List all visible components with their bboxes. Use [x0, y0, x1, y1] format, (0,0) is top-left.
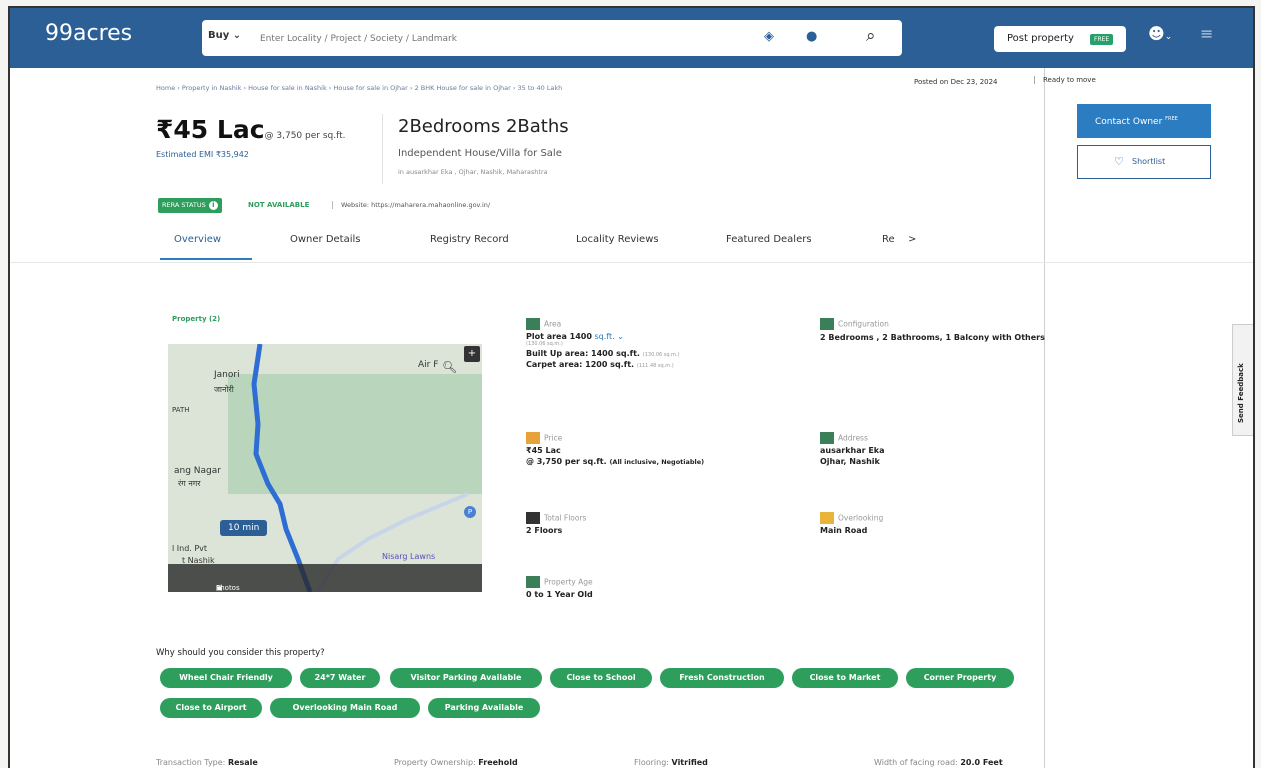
active-tab-underline [160, 258, 252, 260]
buy-dropdown[interactable]: Buy ⌄ [208, 30, 241, 41]
fact-configuration: Configuration 2 Bedrooms , 2 Bathrooms, … [820, 318, 1045, 342]
feature-chip: Close to Airport [160, 698, 262, 718]
why-consider-heading: Why should you consider this property? [156, 648, 325, 658]
unit-dropdown[interactable]: sq.ft. ⌄ [594, 332, 623, 341]
map-label: जानोरी [214, 385, 234, 394]
price-value: ₹45 Lac [156, 115, 265, 144]
fact-floors: Total Floors 2 Floors [526, 512, 587, 535]
zoom-icon[interactable]: + [464, 346, 480, 362]
breadcrumb[interactable]: Home › Property in Nashik › House for sa… [156, 84, 562, 92]
parking-icon: P [464, 506, 476, 518]
page-frame: 99acres Buy ⌄ ◈ ● ⌕ Post property FREE ☻… [8, 6, 1255, 768]
search-input[interactable] [258, 28, 742, 50]
info-icon[interactable]: i [208, 201, 218, 210]
post-property-label: Post property [1007, 33, 1074, 44]
feature-chip: 24*7 Water [300, 668, 380, 688]
search-bar: Buy ⌄ ◈ ● ⌕ [202, 20, 902, 56]
map-label: PATH [172, 406, 190, 414]
price-per-sqft: @ 3,750 per sq.ft. [264, 131, 346, 141]
heart-icon: ♡ [1114, 155, 1124, 168]
price-icon [526, 432, 540, 444]
overlooking-icon [820, 512, 834, 524]
contact-owner-label: Contact Owner [1095, 117, 1163, 127]
top-header: 99acres Buy ⌄ ◈ ● ⌕ Post property FREE ☻… [10, 8, 1253, 68]
map-label: Nisarg Lawns [382, 552, 436, 561]
fact-property-age: Property Age 0 to 1 Year Old [526, 576, 593, 599]
feature-chip: Overlooking Main Road [270, 698, 420, 718]
feature-chip: Close to Market [792, 668, 898, 688]
fact-address: Address ausarkhar Eka Ojhar, Nashik [820, 432, 885, 466]
location-icon[interactable]: ◈ [764, 29, 774, 44]
send-feedback-label: Send Feedback [1237, 363, 1245, 423]
tab-owner-details[interactable]: Owner Details [290, 234, 361, 245]
microphone-icon[interactable]: ● [806, 29, 817, 44]
stairs-icon [526, 512, 540, 524]
price-heading: ₹45 Lac@ 3,750 per sq.ft. [156, 115, 345, 144]
shortlist-label: Shortlist [1132, 157, 1166, 166]
post-property-button[interactable]: Post property FREE [994, 26, 1126, 52]
tab-separator [10, 262, 1253, 263]
send-feedback-tab[interactable]: Send Feedback [1232, 324, 1253, 436]
configuration-icon [820, 318, 834, 330]
chevron-down-icon: ⌄ [232, 30, 242, 41]
rera-value: NOT AVAILABLE [248, 201, 310, 209]
fact-price: Price ₹45 Lac @ 3,750 per sq.ft. (All in… [526, 432, 705, 466]
photos-bar[interactable]: ▣ Photos (1/2) [168, 564, 482, 592]
chevron-right-icon[interactable]: > [908, 234, 916, 245]
tab-registry-record[interactable]: Registry Record [430, 234, 509, 245]
status-label: Ready to move [1034, 76, 1096, 84]
fact-overlooking: Overlooking Main Road [820, 512, 884, 535]
map-label: रंग नगर [178, 479, 201, 488]
search-icon[interactable]: 🔍︎ [442, 360, 457, 374]
site-logo[interactable]: 99acres [45, 21, 132, 46]
search-icon[interactable]: ⌕ [866, 26, 876, 46]
shortlist-button[interactable]: ♡ Shortlist [1077, 145, 1211, 179]
feature-chip: Parking Available [428, 698, 540, 718]
travel-time-badge: 10 min [220, 520, 268, 536]
map-label: ang Nagar [174, 466, 221, 476]
buy-label: Buy [208, 30, 230, 41]
emi-link[interactable]: Estimated EMI ₹35,942 [156, 150, 249, 159]
posted-date: Posted on Dec 23, 2024 [914, 78, 998, 86]
hamburger-menu-icon[interactable]: ≡ [1200, 24, 1213, 43]
tab-locality-reviews[interactable]: Locality Reviews [576, 234, 659, 245]
map-label: Air F [418, 360, 439, 370]
free-badge: FREE [1090, 34, 1114, 45]
signpost-icon [820, 432, 834, 444]
tab-featured-dealers[interactable]: Featured Dealers [726, 234, 812, 245]
feature-chip: Wheel Chair Friendly [160, 668, 292, 688]
scan-line [1044, 68, 1045, 768]
feature-chip: Corner Property [906, 668, 1014, 688]
feature-chip: Close to School [550, 668, 652, 688]
tab-bar: Overview Owner Details Registry Record L… [156, 228, 1056, 262]
rera-website[interactable]: Website: https://maharera.mahaonline.gov… [332, 201, 490, 209]
feature-chip: Visitor Parking Available [390, 668, 542, 688]
tab-overview[interactable]: Overview [174, 234, 221, 245]
map-preview[interactable]: Janori जानोरी PATH Air F ang Nagar रंग न… [168, 344, 482, 592]
user-icon[interactable]: ☻⌄ [1148, 24, 1172, 43]
map-label: Janori [214, 370, 240, 380]
contact-owner-button[interactable]: Contact Owner FREE [1077, 104, 1211, 138]
free-badge: FREE [1165, 116, 1178, 122]
listing-kind: Independent House/Villa for Sale [398, 148, 562, 159]
listing-title: 2Bedrooms 2Baths [398, 116, 569, 137]
property-count: Property (2) [172, 315, 221, 323]
fact-area: Area Plot area 1400 sq.ft. ⌄ (130.06 sq.… [526, 318, 680, 369]
rera-status-badge: RERA STATUS i [158, 198, 222, 213]
tab-re[interactable]: Re [882, 234, 895, 245]
listing-address: in ausarkhar Eka , Ojhar, Nashik, Mahara… [398, 168, 548, 176]
area-icon [526, 318, 540, 330]
feature-chip: Fresh Construction [660, 668, 784, 688]
divider [382, 114, 383, 184]
rera-label: RERA STATUS [162, 201, 206, 209]
calendar-icon [526, 576, 540, 588]
map-label: l Ind. Pvt [172, 544, 208, 553]
